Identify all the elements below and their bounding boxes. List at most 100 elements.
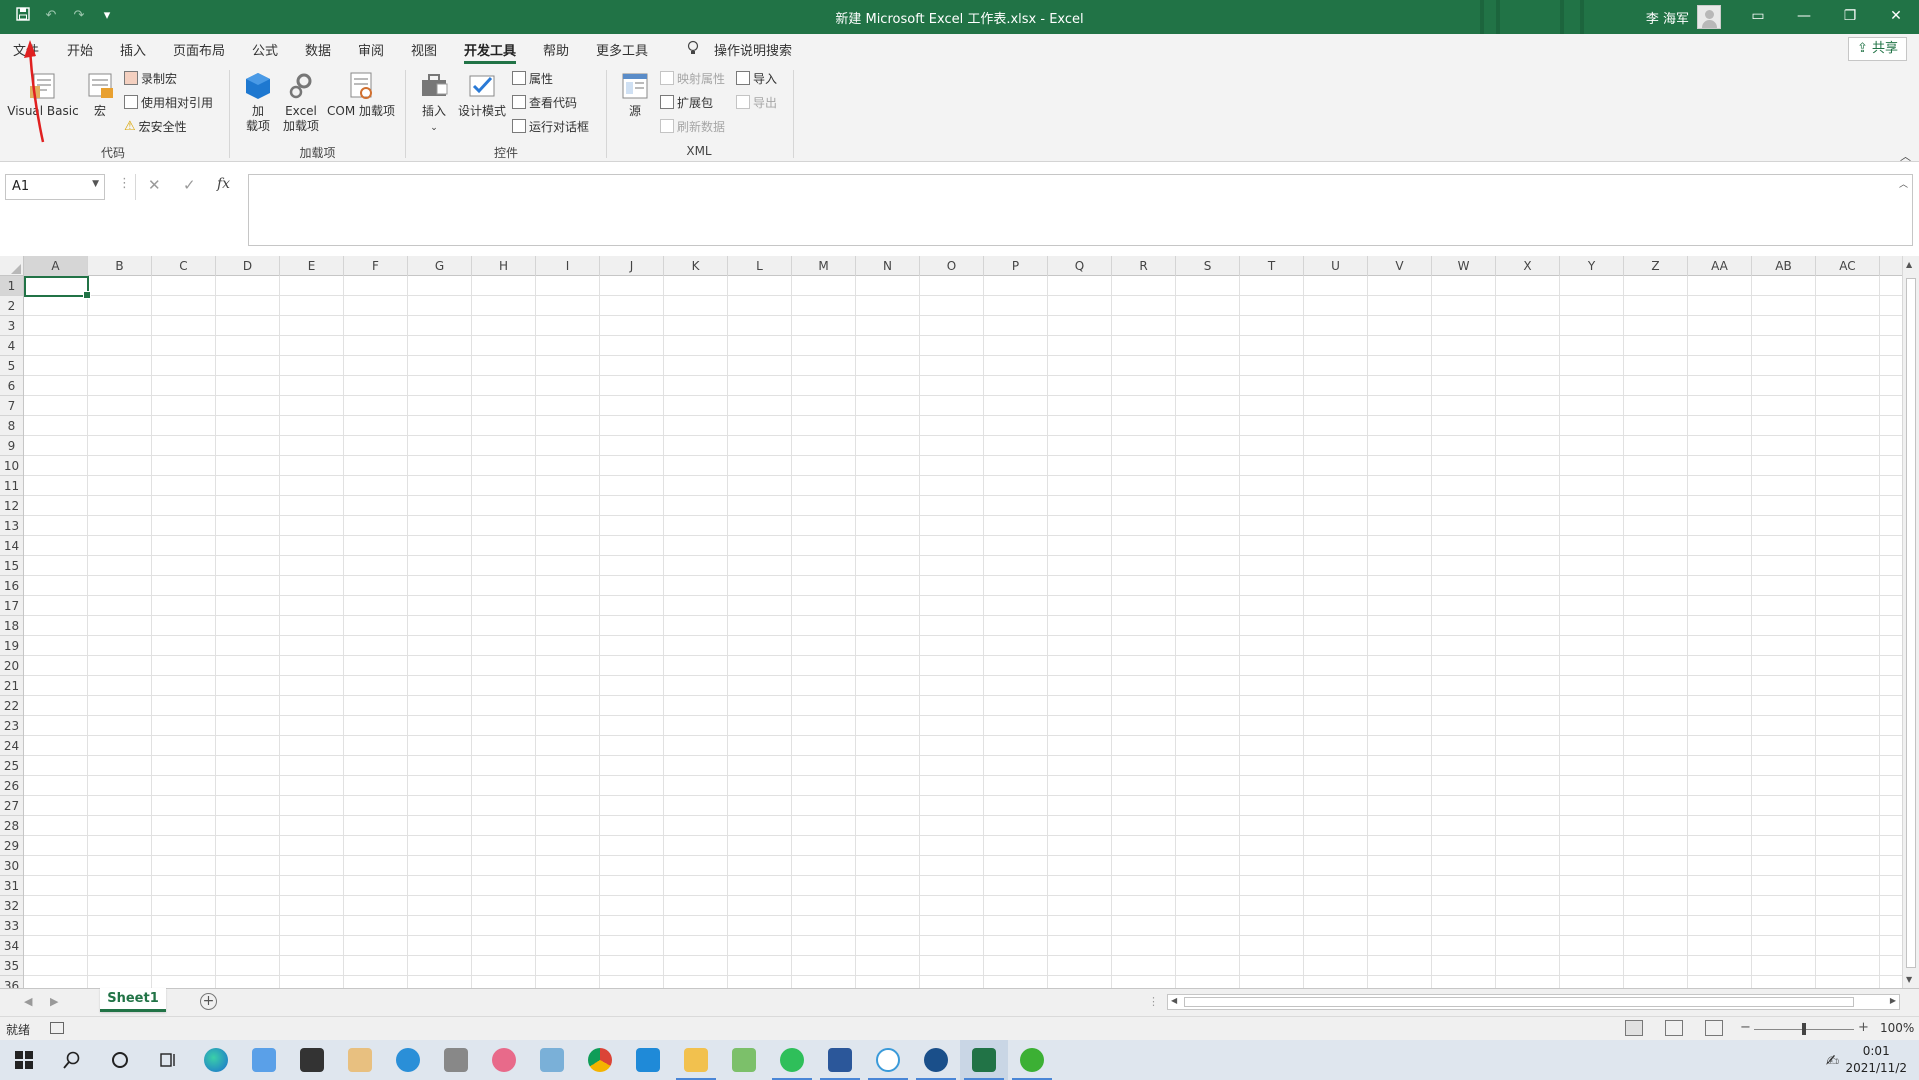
tab-review[interactable]: 审阅 xyxy=(358,40,384,59)
row-header[interactable]: 32 xyxy=(0,896,23,916)
macros-button[interactable]: 宏 xyxy=(82,70,118,119)
zoom-in-icon[interactable]: + xyxy=(1858,1020,1869,1035)
restore-icon[interactable]: ❐ xyxy=(1827,0,1873,34)
tab-insert[interactable]: 插入 xyxy=(120,40,146,59)
column-header[interactable]: Q xyxy=(1048,256,1112,276)
start-icon[interactable] xyxy=(0,1040,48,1080)
column-header[interactable]: Y xyxy=(1560,256,1624,276)
select-all-button[interactable] xyxy=(0,256,24,276)
zoom-out-icon[interactable]: − xyxy=(1740,1020,1751,1035)
app-icon[interactable] xyxy=(240,1040,288,1080)
zoom-percent[interactable]: 100% xyxy=(1880,1021,1914,1035)
relative-reference-button[interactable]: 使用相对引用 xyxy=(124,93,213,111)
clock[interactable]: 0:01 2021/11/2 xyxy=(1845,1043,1907,1077)
column-header[interactable]: R xyxy=(1112,256,1176,276)
zoom-slider-thumb[interactable] xyxy=(1802,1023,1806,1035)
row-header[interactable]: 2 xyxy=(0,296,23,316)
formula-input[interactable]: ︿ xyxy=(248,174,1913,246)
app2-icon[interactable] xyxy=(528,1040,576,1080)
pen-icon[interactable]: ✍ xyxy=(1826,1051,1839,1070)
addins-button[interactable]: 加 载项 xyxy=(242,70,274,134)
tab-more-tools[interactable]: 更多工具 xyxy=(596,40,648,59)
row-header[interactable]: 28 xyxy=(0,816,23,836)
column-header[interactable]: P xyxy=(984,256,1048,276)
row-header[interactable]: 22 xyxy=(0,696,23,716)
column-header[interactable]: F xyxy=(344,256,408,276)
add-sheet-icon[interactable]: + xyxy=(200,993,217,1010)
row-header[interactable]: 13 xyxy=(0,516,23,536)
insert-control-button[interactable]: 插入 ⌄ xyxy=(416,70,452,136)
row-header[interactable]: 35 xyxy=(0,956,23,976)
design-mode-button[interactable]: 设计模式 xyxy=(456,70,508,119)
macro-security-button[interactable]: ⚠ 宏安全性 xyxy=(124,117,187,135)
edge-icon[interactable] xyxy=(192,1040,240,1080)
row-header[interactable]: 3 xyxy=(0,316,23,336)
row-header[interactable]: 34 xyxy=(0,936,23,956)
tab-home[interactable]: 开始 xyxy=(67,40,93,59)
vertical-scrollbar[interactable]: ▲ ▼ xyxy=(1902,256,1919,988)
row-header[interactable]: 23 xyxy=(0,716,23,736)
column-header[interactable]: A xyxy=(24,256,88,276)
splitter-dots[interactable]: ⋮ xyxy=(118,176,131,191)
cell-area[interactable] xyxy=(24,276,1902,988)
column-header[interactable]: AB xyxy=(1752,256,1816,276)
search-icon[interactable] xyxy=(48,1040,96,1080)
row-header[interactable]: 25 xyxy=(0,756,23,776)
scroll-right-icon[interactable]: ▶ xyxy=(1890,996,1896,1005)
column-header[interactable]: C xyxy=(152,256,216,276)
user-name[interactable]: 李 海军 xyxy=(1646,8,1689,27)
expand-formula-icon[interactable]: ︿ xyxy=(1899,177,1908,190)
row-header[interactable]: 29 xyxy=(0,836,23,856)
column-header[interactable]: J xyxy=(600,256,664,276)
tab-file[interactable]: 文件 xyxy=(13,40,39,59)
normal-view-icon[interactable] xyxy=(1625,1020,1643,1036)
tab-help[interactable]: 帮助 xyxy=(543,40,569,59)
row-header[interactable]: 12 xyxy=(0,496,23,516)
name-box[interactable]: A1 ▼ xyxy=(5,174,105,200)
row-header[interactable]: 10 xyxy=(0,456,23,476)
xml-source-button[interactable]: 源 xyxy=(618,70,652,119)
scroll-left-icon[interactable]: ◀ xyxy=(1171,996,1177,1005)
column-header[interactable]: H xyxy=(472,256,536,276)
row-header[interactable]: 1 xyxy=(0,276,23,296)
close-icon[interactable]: ✕ xyxy=(1873,0,1919,34)
cortana-icon[interactable] xyxy=(96,1040,144,1080)
column-header[interactable]: Z xyxy=(1624,256,1688,276)
column-header[interactable]: L xyxy=(728,256,792,276)
app4-icon[interactable] xyxy=(864,1040,912,1080)
row-header[interactable]: 15 xyxy=(0,556,23,576)
vscode-icon[interactable] xyxy=(624,1040,672,1080)
row-header[interactable]: 7 xyxy=(0,396,23,416)
row-header[interactable]: 8 xyxy=(0,416,23,436)
avatar[interactable] xyxy=(1697,5,1721,29)
column-header[interactable]: W xyxy=(1432,256,1496,276)
notepad-icon[interactable] xyxy=(720,1040,768,1080)
sheet-tab[interactable]: Sheet1 xyxy=(100,988,166,1012)
page-break-view-icon[interactable] xyxy=(1705,1020,1723,1036)
app5-icon[interactable] xyxy=(912,1040,960,1080)
scrollbar-thumb[interactable] xyxy=(1906,278,1916,968)
chevron-down-icon[interactable]: ▼ xyxy=(92,179,99,189)
column-header[interactable]: T xyxy=(1240,256,1304,276)
cancel-icon[interactable]: ✕ xyxy=(148,176,161,194)
com-addins-button[interactable]: COM 加载项 xyxy=(324,70,398,119)
row-header[interactable]: 14 xyxy=(0,536,23,556)
column-header[interactable]: G xyxy=(408,256,472,276)
column-header[interactable]: V xyxy=(1368,256,1432,276)
record-macro-button[interactable]: 录制宏 xyxy=(124,69,177,87)
paint-icon[interactable] xyxy=(336,1040,384,1080)
row-header[interactable]: 26 xyxy=(0,776,23,796)
excel-icon[interactable] xyxy=(960,1040,1008,1080)
scroll-down-icon[interactable]: ▼ xyxy=(1906,975,1912,984)
row-header[interactable]: 36 xyxy=(0,976,23,988)
column-header[interactable]: B xyxy=(88,256,152,276)
store-icon[interactable] xyxy=(288,1040,336,1080)
row-header[interactable]: 9 xyxy=(0,436,23,456)
import-button[interactable]: 导入 xyxy=(736,69,777,87)
row-header[interactable]: 33 xyxy=(0,916,23,936)
explorer-icon[interactable] xyxy=(672,1040,720,1080)
tab-page-layout[interactable]: 页面布局 xyxy=(173,40,225,59)
chrome-icon[interactable] xyxy=(576,1040,624,1080)
column-header[interactable]: M xyxy=(792,256,856,276)
photos-icon[interactable] xyxy=(432,1040,480,1080)
